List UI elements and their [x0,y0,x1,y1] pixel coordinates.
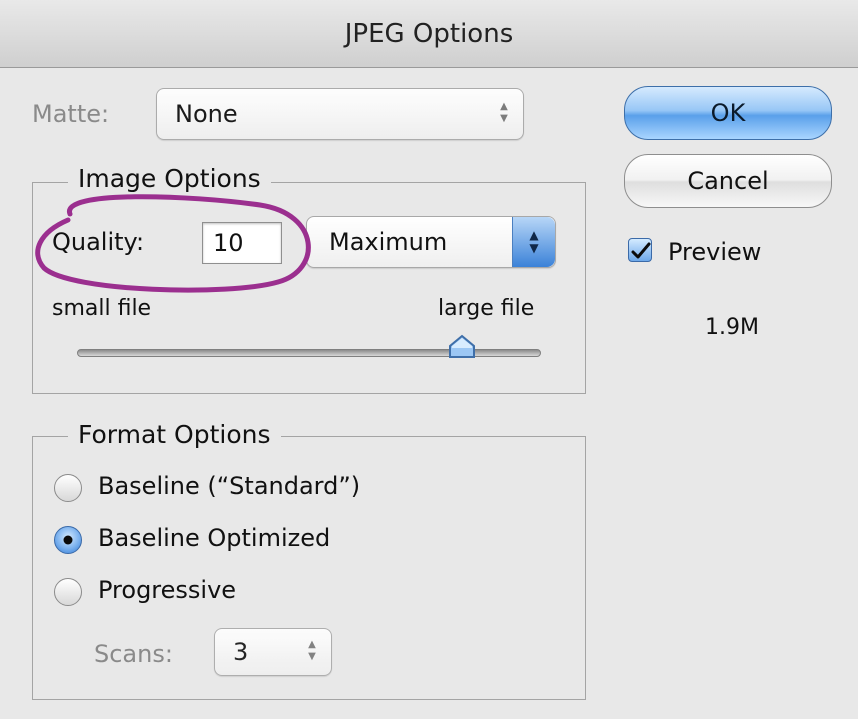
slider-left-label: small file [52,296,152,321]
quality-slider-thumb[interactable] [447,334,477,360]
format-option-label: Baseline (“Standard”) [98,472,361,500]
format-option-label: Baseline Optimized [98,524,331,552]
matte-popup[interactable]: None ▲ ▼ [156,88,524,140]
scans-value: 3 [233,638,249,666]
quality-preset-value: Maximum [329,228,448,256]
quality-value: 10 [213,229,244,257]
scans-popup[interactable]: 3 ▲ ▼ [214,628,332,676]
preview-checkbox[interactable] [628,238,652,262]
quality-preset-popup[interactable]: Maximum ▲ ▼ [306,216,556,268]
slider-thumb-icon [449,334,476,358]
checkmark-icon [631,242,651,259]
matte-label: Matte: [32,100,110,128]
ok-button[interactable]: OK [624,86,832,140]
updown-arrows-icon: ▲ ▼ [308,639,316,662]
matte-value: None [175,100,238,128]
quality-label: Quality: [52,228,145,256]
quality-input[interactable]: 10 [202,222,282,264]
image-options-title: Image Options [68,164,271,193]
radio-baseline-optimized[interactable] [54,526,82,554]
window-title: JPEG Options [344,18,514,49]
format-option-label: Progressive [98,576,237,604]
preview-label: Preview [668,238,762,266]
scans-label: Scans: [94,640,173,668]
radio-progressive[interactable] [54,578,82,606]
format-options-title: Format Options [68,420,281,449]
window-titlebar: JPEG Options [0,0,858,68]
file-size-value: 1.9M [705,315,759,340]
image-options-group [32,182,586,394]
cancel-button[interactable]: Cancel [624,154,832,208]
slider-right-label: large file [438,296,535,321]
updown-arrows-icon: ▲ ▼ [500,101,508,124]
radio-baseline-standard[interactable] [54,474,82,502]
updown-arrows-icon: ▲ ▼ [512,217,555,267]
